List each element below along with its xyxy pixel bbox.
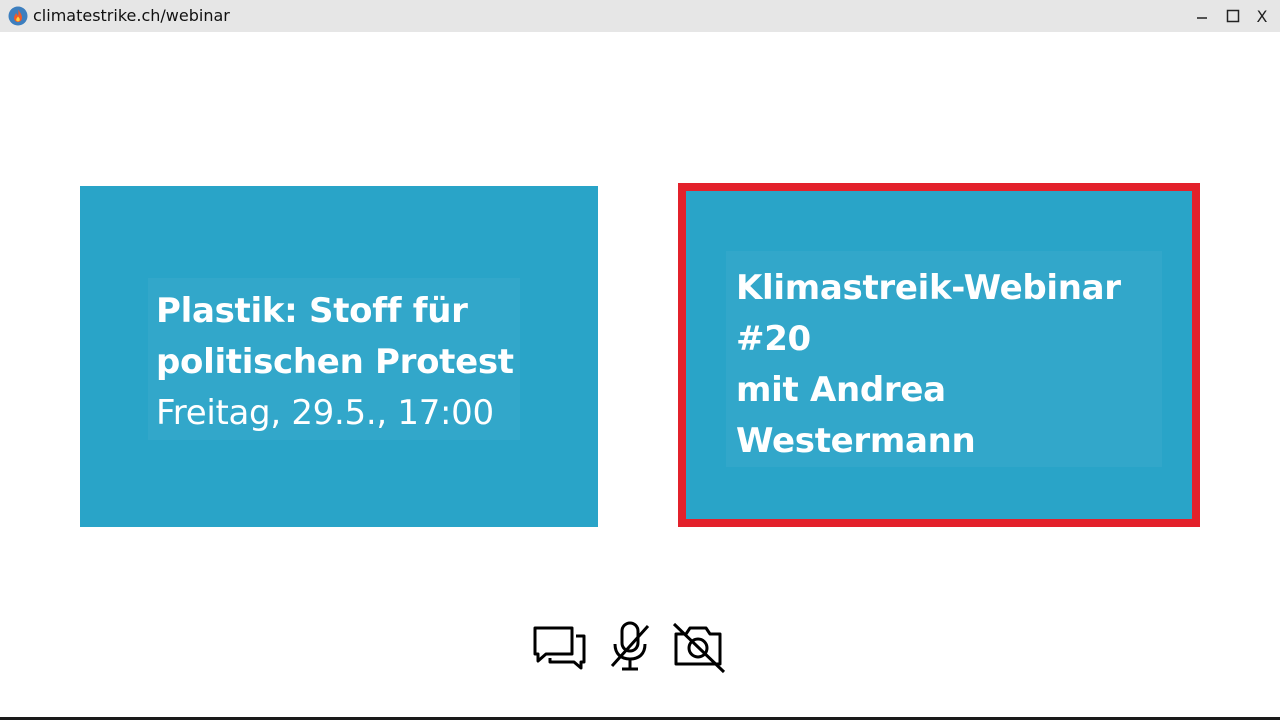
close-label: X [1256,6,1268,26]
tile-date: Freitag, 29.5., 17:00 [156,393,494,433]
tile-line-2: #20 [736,319,811,359]
tile-title-line-2: politischen Protest [156,342,514,382]
microphone-muted-icon [610,621,650,671]
page-url[interactable]: climatestrike.ch/webinar [33,6,230,26]
camera-toggle-button[interactable] [668,620,726,676]
tile-line-3: mit Andrea [736,370,946,410]
browser-titlebar: climatestrike.ch/webinar X [0,0,1280,32]
minimize-icon [1197,17,1207,19]
microphone-toggle-button[interactable] [602,620,658,676]
video-tile-plastik[interactable]: Plastik: Stoff für politischen Protest F… [80,186,598,527]
tile-caption: Plastik: Stoff für politischen Protest F… [148,278,520,440]
maximize-button[interactable] [1221,4,1245,28]
tile-title-line-1: Plastik: Stoff für [156,291,468,331]
tile-line-1: Klimastreik-Webinar [736,268,1121,308]
chat-bubbles-icon [533,626,586,670]
flame-logo-icon [8,6,28,26]
tile-caption: Klimastreik-Webinar #20 mit Andrea Weste… [726,251,1162,467]
close-button[interactable]: X [1250,4,1274,28]
maximize-icon [1226,9,1240,23]
chat-button[interactable] [530,620,586,676]
call-controls [530,620,730,676]
minimize-button[interactable] [1190,4,1214,28]
video-tile-active-speaker[interactable]: Klimastreik-Webinar #20 mit Andrea Weste… [678,183,1200,527]
camera-off-icon [672,622,726,674]
tile-line-4: Westermann [736,421,976,461]
